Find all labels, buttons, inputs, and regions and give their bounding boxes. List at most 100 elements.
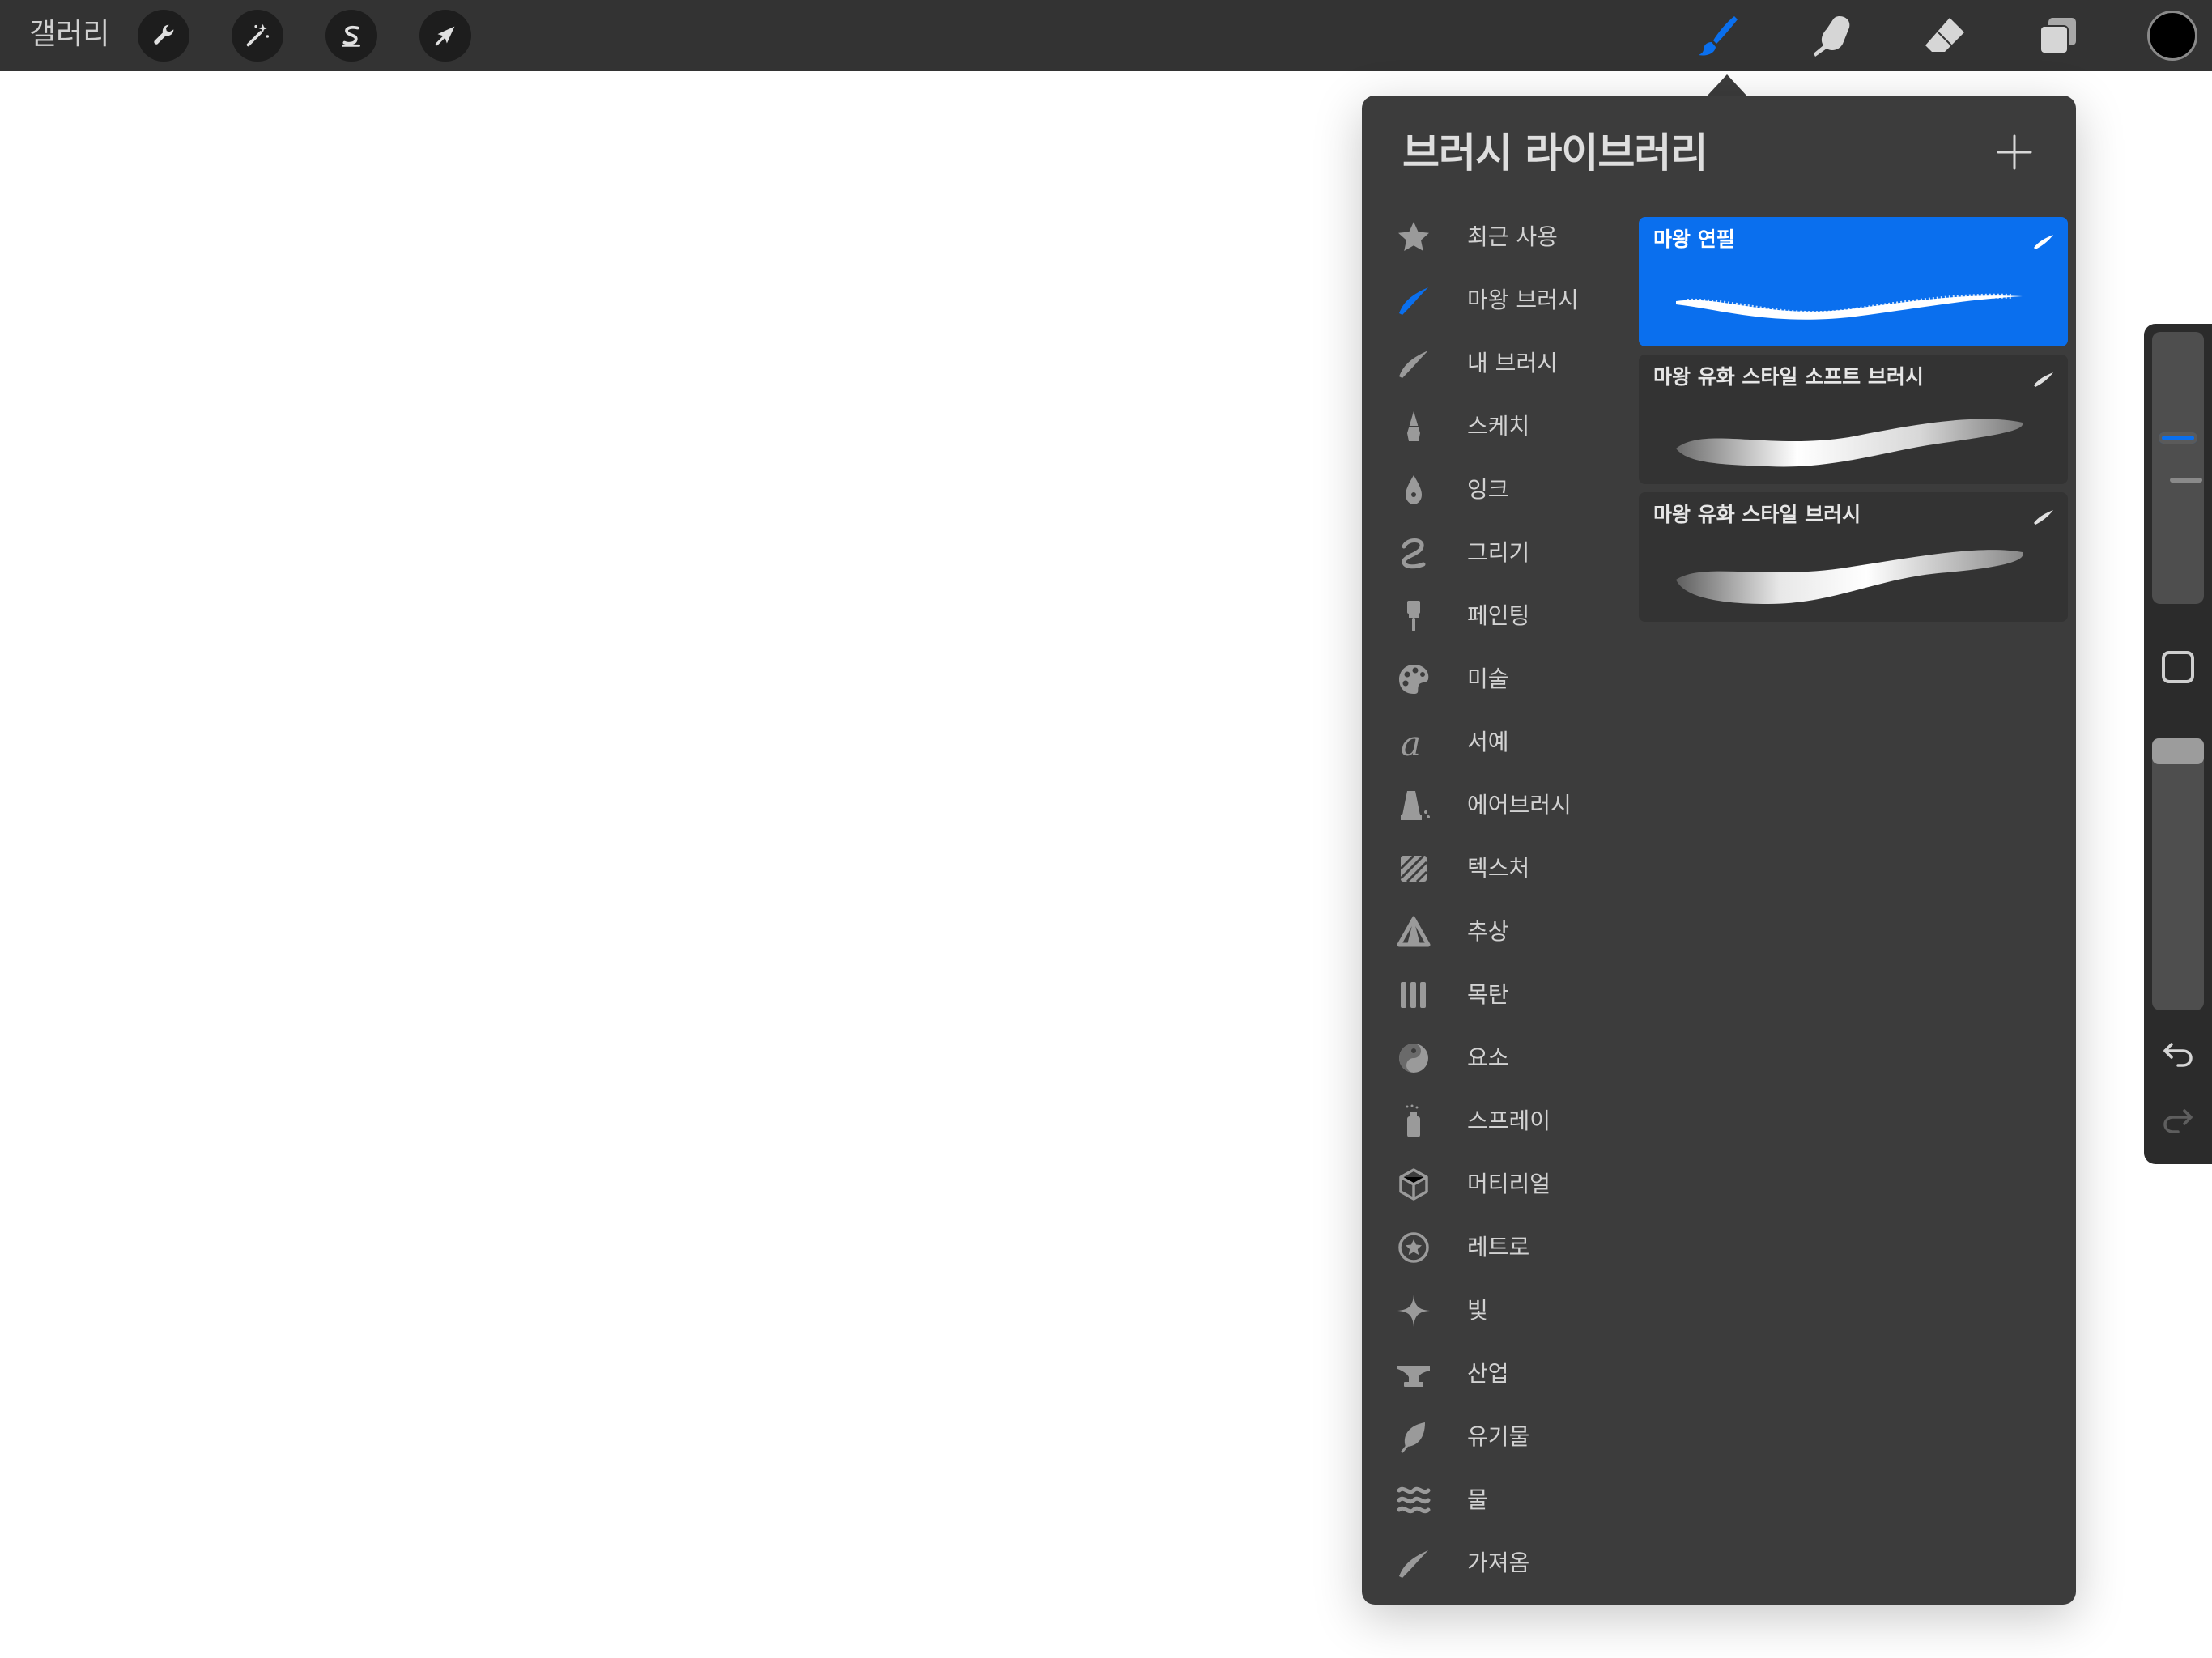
- adjustments-button[interactable]: [232, 10, 283, 62]
- brush-stroke-icon: [2034, 372, 2053, 387]
- gallery-button[interactable]: 갤러리: [29, 15, 109, 55]
- cube-icon: [1399, 1168, 1428, 1201]
- brush-tool-button[interactable]: [1691, 8, 1746, 63]
- smudge-tool-button[interactable]: [1804, 8, 1859, 63]
- retro-star-icon: [1398, 1232, 1429, 1263]
- category-label: 그리기: [1467, 539, 1530, 566]
- spray-can-icon: [1406, 1104, 1420, 1137]
- paint-brush-icon: [1407, 601, 1420, 631]
- category-label: 미술: [1467, 665, 1509, 692]
- category-materials[interactable]: 머티리얼: [1386, 1156, 1621, 1213]
- category-drawing[interactable]: 그리기: [1386, 525, 1621, 581]
- category-industrial[interactable]: 산업: [1386, 1346, 1621, 1402]
- arrow-cursor-icon: [435, 26, 455, 46]
- selection-button[interactable]: [325, 10, 377, 62]
- redo-button[interactable]: [2160, 1103, 2196, 1138]
- ink-drop-icon: [1406, 475, 1422, 504]
- brush-stroke-preview: [1676, 419, 2023, 467]
- category-label: 물: [1467, 1486, 1488, 1513]
- pencil-tip-icon: [1407, 411, 1420, 441]
- eraser-tool-button[interactable]: [1917, 8, 1972, 63]
- brush-size-slider[interactable]: [2152, 332, 2204, 604]
- star-icon: [1398, 222, 1429, 251]
- charcoal-sticks-icon: [1401, 982, 1426, 1008]
- category-sketch[interactable]: 스케치: [1386, 398, 1621, 455]
- category-ink[interactable]: 잉크: [1386, 461, 1621, 518]
- category-recent[interactable]: 최근 사용: [1386, 209, 1621, 266]
- color-picker-button[interactable]: [2147, 11, 2197, 61]
- squiggle-icon: [1402, 538, 1426, 569]
- brush-opacity-handle[interactable]: [2152, 738, 2204, 764]
- category-label: 마왕 브러시: [1467, 287, 1579, 313]
- category-airbrush[interactable]: 에어브러시: [1386, 777, 1621, 834]
- category-water[interactable]: 물: [1386, 1472, 1621, 1528]
- category-label: 페인팅: [1467, 602, 1530, 629]
- category-textures[interactable]: 텍스처: [1386, 840, 1621, 897]
- transform-button[interactable]: [419, 10, 471, 62]
- brush-stroke-icon: [2034, 510, 2053, 525]
- panel-title: 브러시 라이브러리: [1402, 130, 1708, 176]
- redo-arrow-icon: [2163, 1109, 2193, 1133]
- category-organic[interactable]: 유기물: [1386, 1409, 1621, 1465]
- plus-icon: [1997, 134, 2032, 170]
- brush-stroke-icon: [1399, 287, 1428, 315]
- waves-icon: [1397, 1486, 1431, 1514]
- smudge-finger-icon: [1814, 16, 1850, 57]
- palette-icon: [1399, 665, 1429, 694]
- actions-button[interactable]: [138, 10, 189, 62]
- category-mawang-brushes[interactable]: 마왕 브러시: [1386, 272, 1621, 329]
- leaf-icon: [1401, 1422, 1425, 1453]
- right-sidebar: [2144, 324, 2212, 1164]
- category-spray[interactable]: 스프레이: [1386, 1093, 1621, 1150]
- category-label: 에어브러시: [1467, 792, 1572, 818]
- category-imported[interactable]: 가져옴: [1386, 1535, 1621, 1592]
- category-painting[interactable]: 페인팅: [1386, 588, 1621, 644]
- brush-card-oil-soft-brush[interactable]: 마왕 유화 스타일 소프트 브러시: [1639, 355, 2068, 484]
- category-label: 가져옴: [1467, 1550, 1530, 1576]
- brush-icon: [1699, 16, 1738, 56]
- sparkle-icon: [1397, 1295, 1430, 1327]
- svg-text:a: a: [1401, 725, 1421, 760]
- category-calligraphy[interactable]: a 서예: [1386, 714, 1621, 771]
- category-luminance[interactable]: 빛: [1386, 1282, 1621, 1339]
- brush-card-oil-brush[interactable]: 마왕 유화 스타일 브러시: [1639, 492, 2068, 622]
- category-elements[interactable]: 요소: [1386, 1030, 1621, 1086]
- brush-stroke-preview: [1676, 550, 2023, 604]
- category-abstract[interactable]: 추상: [1386, 903, 1621, 960]
- brush-name: 마왕 유화 스타일 브러시: [1653, 503, 1861, 526]
- category-label: 유기물: [1467, 1423, 1530, 1450]
- magic-wand-icon: [246, 23, 270, 47]
- category-label: 스케치: [1467, 413, 1530, 440]
- category-label: 레트로: [1467, 1234, 1530, 1261]
- category-label: 텍스처: [1467, 855, 1530, 882]
- brush-name: 마왕 유화 스타일 소프트 브러시: [1653, 365, 1924, 389]
- calligraphy-a-icon: a: [1401, 725, 1421, 760]
- layers-icon: [2040, 18, 2076, 54]
- category-artistic[interactable]: 미술: [1386, 651, 1621, 708]
- yin-yang-icon: [1399, 1044, 1428, 1073]
- category-label: 서예: [1467, 729, 1509, 755]
- category-label: 내 브러시: [1467, 350, 1558, 376]
- anvil-icon: [1397, 1366, 1430, 1387]
- category-label: 머티리얼: [1467, 1171, 1551, 1197]
- category-label: 스프레이: [1467, 1107, 1551, 1134]
- top-toolbar: 갤러리: [0, 0, 2212, 71]
- brush-opacity-slider[interactable]: [2152, 738, 2204, 1010]
- category-my-brushes[interactable]: 내 브러시: [1386, 335, 1621, 392]
- add-brush-button[interactable]: [1993, 131, 2035, 173]
- modify-button[interactable]: [2162, 651, 2194, 683]
- category-label: 추상: [1467, 918, 1509, 945]
- triangle-icon: [1397, 916, 1431, 947]
- layers-button[interactable]: [2031, 8, 2086, 63]
- eraser-icon: [1925, 18, 1964, 52]
- undo-button[interactable]: [2160, 1036, 2196, 1072]
- brush-size-handle[interactable]: [2159, 432, 2197, 444]
- brush-library-panel: 브러시 라이브러리 최근 사용 마왕 브러시 내 브러시 스케치 잉크 그리기: [1362, 96, 2076, 1605]
- category-label: 최근 사용: [1467, 223, 1558, 250]
- wrench-icon: [154, 24, 174, 45]
- texture-icon: [1399, 854, 1428, 883]
- undo-arrow-icon: [2163, 1043, 2193, 1067]
- category-charcoals[interactable]: 목탄: [1386, 967, 1621, 1023]
- brush-card-mawang-pencil[interactable]: 마왕 연필: [1639, 217, 2068, 346]
- category-vintage[interactable]: 레트로: [1386, 1219, 1621, 1276]
